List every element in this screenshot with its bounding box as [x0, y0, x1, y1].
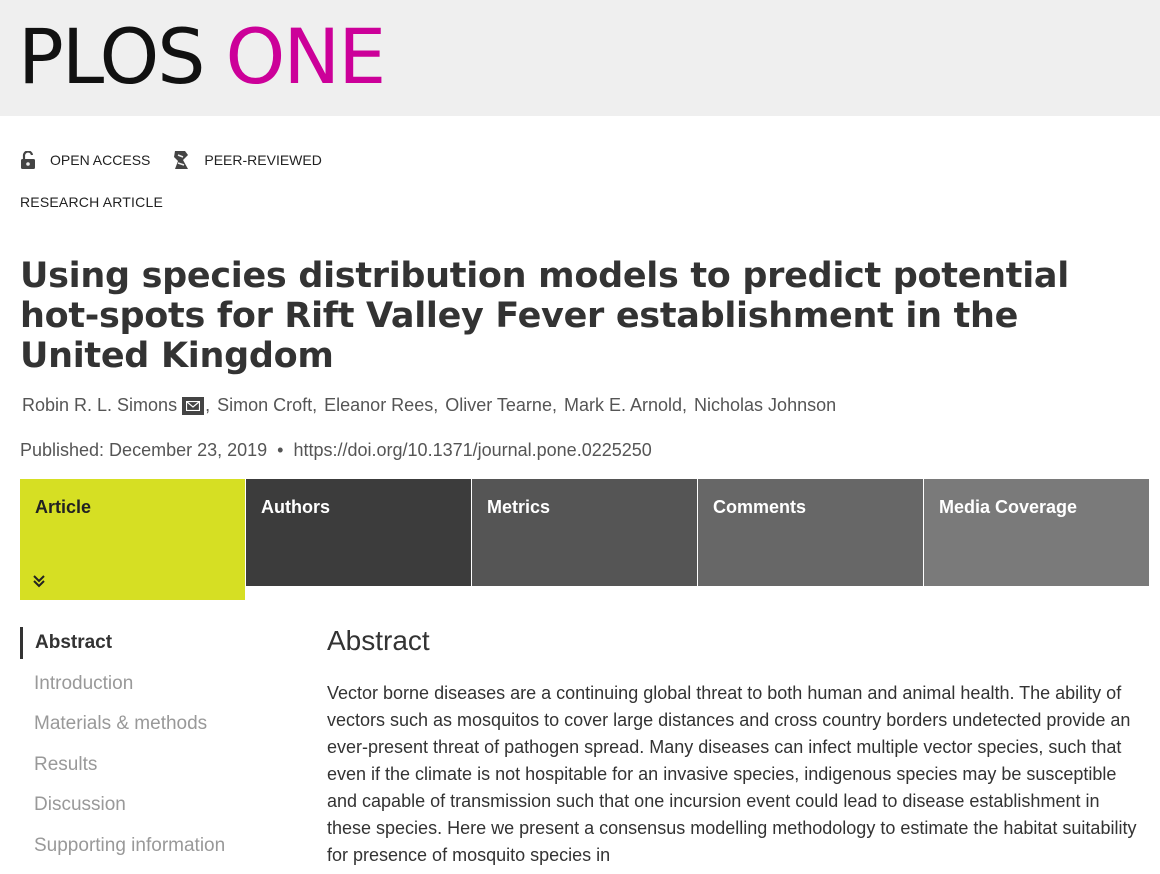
author-list: Robin R. L. Simons, Simon Croft, Eleanor… — [22, 395, 843, 416]
open-access-badge[interactable]: OPEN ACCESS — [20, 151, 150, 169]
abstract-text: Vector borne diseases are a continuing g… — [327, 683, 1137, 865]
toc-item-discussion[interactable]: Discussion — [20, 789, 280, 821]
article-title: Using species distribution models to pre… — [20, 256, 1069, 376]
author-name[interactable]: Eleanor Rees — [324, 395, 433, 415]
article-tabs: Article Authors Metrics Comments Media C… — [20, 479, 1150, 600]
peer-reviewed-label: PEER-REVIEWED — [204, 152, 322, 168]
tab-comments[interactable]: Comments — [698, 479, 923, 586]
plos-one-logo[interactable]: PLOS ONE — [18, 12, 387, 102]
author-name[interactable]: Robin R. L. Simons — [22, 395, 177, 415]
author-item[interactable]: Oliver Tearne, — [445, 395, 557, 416]
masthead: PLOS ONE — [0, 0, 1160, 116]
author-separator: , — [433, 395, 439, 415]
double-chevron-down-icon — [33, 575, 45, 588]
author-item[interactable]: Mark E. Arnold, — [564, 395, 687, 416]
tab-article[interactable]: Article — [20, 479, 245, 600]
table-of-contents: Abstract Introduction Materials & method… — [20, 627, 280, 870]
toc-item-materials-methods[interactable]: Materials & methods — [20, 708, 280, 740]
logo-plos-text: PLOS — [18, 12, 206, 101]
open-access-label: OPEN ACCESS — [50, 152, 151, 168]
tab-authors[interactable]: Authors — [246, 479, 471, 586]
access-badges: OPEN ACCESS PEER-REVIEWED — [20, 149, 344, 171]
author-separator: , — [682, 395, 688, 415]
email-icon[interactable] — [182, 397, 205, 416]
logo-one-text: ONE — [225, 12, 387, 101]
toc-item-introduction[interactable]: Introduction — [20, 668, 280, 700]
tab-metrics[interactable]: Metrics — [472, 479, 697, 586]
author-item[interactable]: Nicholas Johnson — [694, 395, 836, 416]
author-name[interactable]: Simon Croft — [217, 395, 312, 415]
author-separator: , — [312, 395, 318, 415]
toc-item-abstract[interactable]: Abstract — [20, 627, 280, 659]
article-type-label: RESEARCH ARTICLE — [20, 194, 163, 210]
tab-label: Article — [35, 497, 92, 517]
toc-item-results[interactable]: Results — [20, 749, 280, 781]
doi-link[interactable]: https://doi.org/10.1371/journal.pone.022… — [293, 440, 651, 460]
author-name[interactable]: Nicholas Johnson — [694, 395, 836, 415]
peer-reviewed-icon — [174, 151, 189, 169]
tab-label: Media Coverage — [939, 497, 1078, 517]
author-name[interactable]: Mark E. Arnold — [564, 395, 682, 415]
tab-media-coverage[interactable]: Media Coverage — [924, 479, 1149, 586]
author-item[interactable]: Eleanor Rees, — [324, 395, 438, 416]
published-date: Published: December 23, 2019 — [20, 440, 268, 460]
author-name[interactable]: Oliver Tearne — [445, 395, 552, 415]
author-item[interactable]: Robin R. L. Simons, — [22, 395, 210, 416]
peer-reviewed-badge[interactable]: PEER-REVIEWED — [172, 149, 322, 171]
toc-item-supporting-information[interactable]: Supporting information — [20, 830, 280, 862]
author-separator: , — [205, 395, 211, 415]
tab-label: Authors — [261, 497, 330, 517]
article-content: Abstract Vector borne diseases are a con… — [327, 624, 1137, 869]
abstract-heading: Abstract — [327, 625, 430, 656]
author-item[interactable]: Simon Croft, — [217, 395, 317, 416]
publication-info: Published: December 23, 2019 • https://doi… — [20, 440, 652, 461]
separator-bullet: • — [277, 440, 284, 460]
tab-label: Metrics — [487, 497, 551, 517]
tab-label: Comments — [713, 497, 807, 517]
author-separator: , — [551, 395, 557, 415]
open-lock-icon — [21, 151, 35, 169]
